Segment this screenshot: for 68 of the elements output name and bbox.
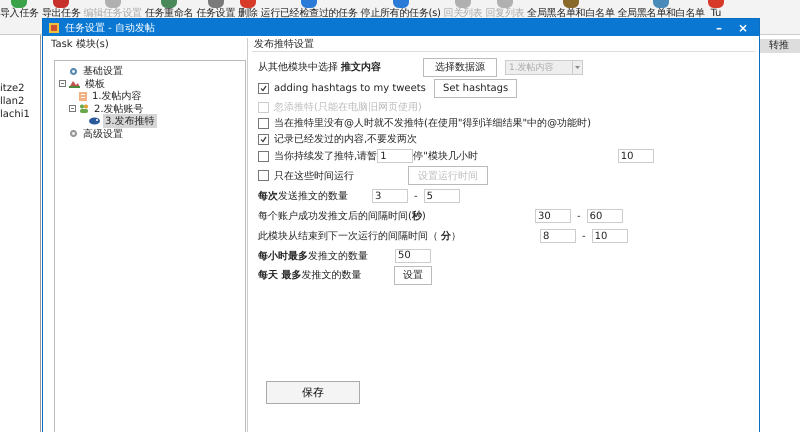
tree-item[interactable]: 3.发布推特 xyxy=(103,114,157,128)
toolbar-button[interactable]: Tu xyxy=(710,8,721,19)
expander-box[interactable] xyxy=(59,80,66,88)
option-label: 当你持续发了推特,请暂 xyxy=(274,150,378,163)
save-button[interactable]: 保存 xyxy=(266,381,360,404)
option-label: 记录已经发过的内容,不要发两次 xyxy=(274,132,418,146)
toolbar-button[interactable]: 全局黑名单和白名单 xyxy=(527,8,615,19)
source-label: 从其他模块中选择 推文内容 xyxy=(258,60,382,74)
close-button[interactable]: × xyxy=(732,20,753,34)
account-name: llan2 xyxy=(0,96,26,108)
setting-label: 每小时最多发推文的数量 xyxy=(258,250,369,262)
option-label: adding hashtags to my tweets xyxy=(274,83,427,94)
choose-source-button[interactable]: 选择数据源 xyxy=(423,58,497,76)
option-label: 停"模块几小时 xyxy=(413,150,478,163)
toolbar-button[interactable]: 运行已经检查过的任务 xyxy=(260,8,358,19)
checkbox[interactable] xyxy=(258,134,269,144)
max-field[interactable]: 5 xyxy=(424,189,460,203)
setting-label: 每天 最多发推文的数量 xyxy=(258,268,362,282)
option-label: 当在推特里没有@人时就不发推特(在使用"得到详细结果"中的@功能时) xyxy=(274,116,592,130)
tree-item[interactable]: 1.发帖内容 xyxy=(90,89,144,104)
toolbar-button[interactable]: 导入任务 xyxy=(0,8,39,19)
tree-item[interactable]: 2.发帖账号 xyxy=(92,102,146,116)
tree-item[interactable]: 模板 xyxy=(83,76,107,91)
caret-icon xyxy=(575,66,580,68)
hours-field[interactable]: 1 xyxy=(377,149,414,163)
toolbar-button[interactable]: 删除 xyxy=(238,8,258,19)
mountain-icon xyxy=(69,79,80,88)
window-icon xyxy=(49,22,59,32)
toolbar-button[interactable]: 停止所有的任务(s) xyxy=(360,8,441,19)
option-label: 只在这些时间运行 xyxy=(274,170,355,182)
setting-label: 此模块从结束到下一次运行的间隔时间（ 分） xyxy=(258,230,462,243)
max-field[interactable]: 10 xyxy=(592,229,628,243)
toolbar-button[interactable]: 全局黑名单和白名单 xyxy=(618,8,705,19)
gear-icon xyxy=(69,66,78,76)
tree-item[interactable]: 基础设置 xyxy=(81,64,125,78)
tree-item[interactable]: 高级设置 xyxy=(81,126,125,141)
checkbox[interactable] xyxy=(258,118,269,128)
expander-box[interactable] xyxy=(69,105,76,112)
toolbar-button[interactable]: 导出任务 xyxy=(42,8,81,19)
account-name: lachi1 xyxy=(0,109,31,121)
min-field[interactable]: 8 xyxy=(540,229,576,243)
toolbar-button[interactable]: 任务设置 xyxy=(196,8,236,19)
count-field[interactable]: 50 xyxy=(395,248,431,262)
column-header: 转推 xyxy=(758,39,800,53)
checkbox[interactable] xyxy=(258,83,269,94)
settings-button[interactable]: 设置 xyxy=(394,266,432,284)
setting-label: 每次发送推文的数量 xyxy=(258,190,349,203)
document-icon xyxy=(79,92,87,101)
count-field[interactable]: 10 xyxy=(618,149,654,163)
window-title: 任务设置 - 自动发帖 xyxy=(65,22,156,34)
toolbar-button[interactable]: 任务重命名 xyxy=(144,8,194,19)
checkbox[interactable] xyxy=(258,150,269,162)
max-field[interactable]: 60 xyxy=(586,209,623,223)
group-title: 发布推特设置 xyxy=(252,38,755,52)
group-title: Task 模块(s) xyxy=(50,38,110,52)
checkbox[interactable] xyxy=(258,170,269,181)
option-label: 忽添推特(只能在电脑旧网页使用) xyxy=(274,100,422,114)
range-dash: - xyxy=(414,190,418,202)
range-dash: - xyxy=(582,230,586,242)
people-icon xyxy=(79,104,89,114)
gear-icon xyxy=(69,129,78,138)
setting-label: 每个账户成功发推文后的间隔时间(秒) xyxy=(258,210,427,223)
account-name: itze2 xyxy=(0,83,26,95)
option-button[interactable]: Set hashtags xyxy=(434,79,518,98)
minimize-button[interactable]: – xyxy=(710,20,727,34)
min-field[interactable]: 30 xyxy=(535,209,571,223)
min-field[interactable]: 3 xyxy=(372,189,408,203)
range-dash: - xyxy=(577,210,581,222)
